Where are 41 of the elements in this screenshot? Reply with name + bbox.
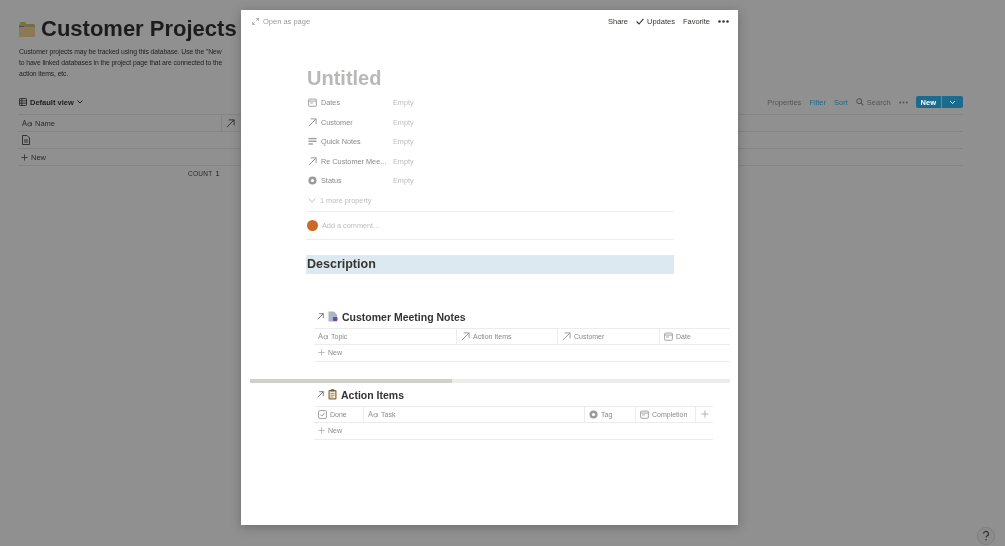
chevron-down-icon (76, 100, 83, 104)
arrow-icon (308, 156, 317, 166)
chevron-down-icon (308, 198, 316, 203)
expand-icon (252, 18, 259, 25)
plus-icon (700, 410, 709, 418)
arrow-icon (461, 331, 470, 341)
plus-icon (318, 349, 325, 356)
calendar-icon (640, 409, 649, 419)
select-icon (308, 176, 317, 186)
clipboard-icon (328, 389, 337, 400)
arrow-icon (226, 118, 235, 128)
checkbox-icon (318, 409, 327, 419)
calendar-icon (308, 98, 317, 108)
arrow-icon (562, 331, 571, 341)
database-title[interactable]: Customer Meeting Notes (342, 310, 466, 323)
select-icon (589, 409, 598, 419)
folder-icon (18, 20, 36, 38)
help-icon[interactable] (977, 527, 995, 545)
page-icon (22, 135, 30, 145)
arrow-icon (317, 391, 324, 398)
table-icon (19, 98, 27, 106)
text-type-icon (368, 410, 378, 418)
text-type-icon (318, 332, 328, 340)
heading[interactable]: Description (306, 254, 674, 274)
more-icon[interactable] (718, 20, 729, 23)
page-title: Customer Projects (41, 16, 237, 42)
text-lines-icon (308, 137, 317, 147)
page-title-placeholder[interactable]: Untitled (307, 66, 674, 90)
avatar (307, 219, 318, 231)
check-icon (635, 18, 644, 25)
plus-icon (21, 153, 28, 161)
scrollbar-thumb[interactable] (250, 378, 452, 383)
arrow-icon (308, 117, 317, 127)
search-icon (855, 98, 864, 106)
scrollbar[interactable] (250, 378, 730, 383)
calendar-icon (664, 331, 673, 341)
document-icon (328, 311, 338, 322)
arrow-icon (317, 313, 324, 320)
plus-icon (318, 427, 325, 434)
text-type-icon (22, 119, 32, 127)
database-title[interactable]: Action Items (341, 388, 404, 401)
